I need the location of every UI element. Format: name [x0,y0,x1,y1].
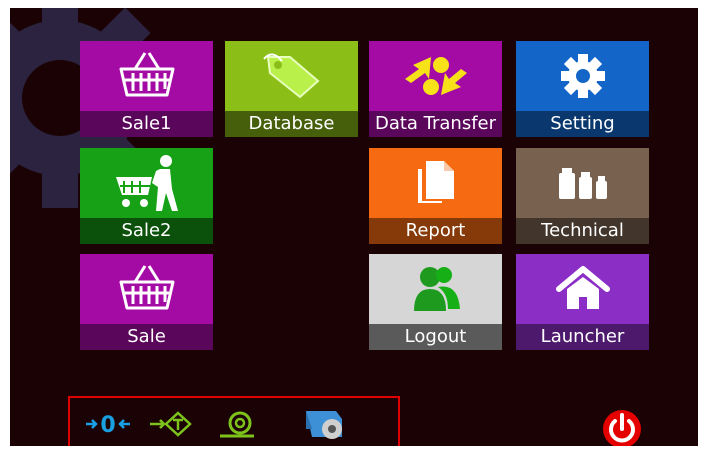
shopper-cart-icon [80,148,213,218]
tile-label: Data Transfer [369,111,502,137]
weights-icon [516,148,649,218]
basket-icon [80,41,213,111]
users-icon [369,254,502,324]
tile-label: Report [369,218,502,244]
power-icon [603,410,641,446]
bottom-toolbar: 0 [68,396,400,446]
tile-label: Setting [516,111,649,137]
tile-label: Logout [369,324,502,350]
gear-icon [516,41,649,111]
tile-label: Database [225,111,358,137]
tile-label: Launcher [516,324,649,350]
paper-roll-icon[interactable] [218,408,258,440]
tile-label: Sale1 [80,111,213,137]
sale2-tile[interactable]: Sale2 [80,148,213,244]
report-tile[interactable]: Report [369,148,502,244]
copy-pages-icon [369,148,502,218]
technical-tile[interactable]: Technical [516,148,649,244]
printer-roll-icon[interactable] [298,408,350,440]
zero-text: 0 [100,413,115,438]
setting-tile[interactable]: Setting [516,41,649,137]
database-tile[interactable]: Database [225,41,358,137]
transfer-arrows-icon [369,41,502,111]
sale1-tile[interactable]: Sale1 [80,41,213,137]
power-button[interactable] [598,405,646,446]
sale-tile[interactable]: Sale [80,254,213,350]
data-transfer-tile[interactable]: Data Transfer [369,41,502,137]
launcher-tile[interactable]: Launcher [516,254,649,350]
basket-icon [80,254,213,324]
launcher-screen: Sale1 Database Data Transfer Setting Sal… [10,8,698,446]
logout-tile[interactable]: Logout [369,254,502,350]
zero-icon[interactable]: 0 [84,408,132,440]
tile-label: Sale2 [80,218,213,244]
tare-icon[interactable] [148,408,194,440]
tile-label: Technical [516,218,649,244]
home-icon [516,254,649,324]
tile-label: Sale [80,324,213,350]
tag-icon [225,41,358,111]
